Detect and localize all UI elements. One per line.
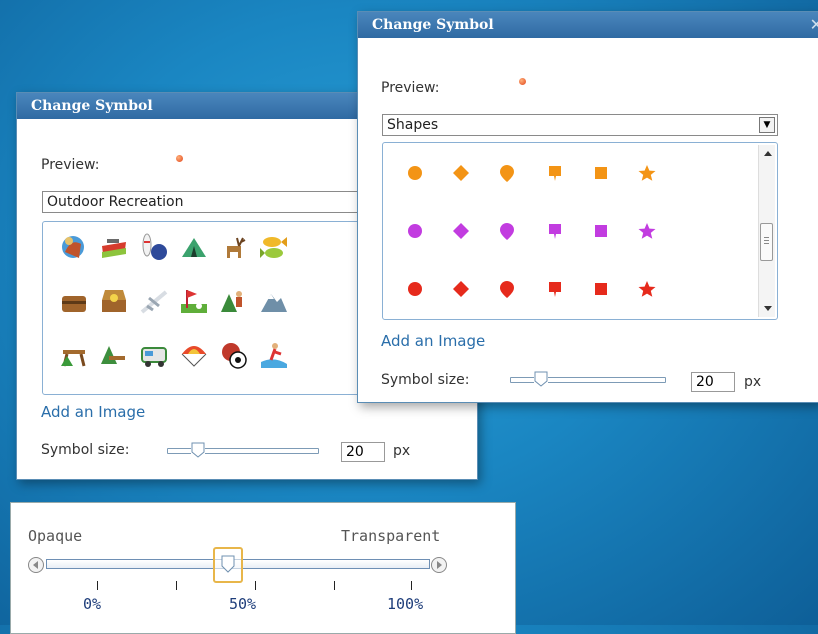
- scrollbar-thumb[interactable]: [760, 223, 773, 261]
- golf-icon[interactable]: [179, 286, 209, 316]
- dialog-title: Change Symbol ✕: [358, 12, 818, 38]
- dialog-title-text: Change Symbol: [372, 17, 494, 33]
- sports-balls-icon[interactable]: [219, 340, 249, 370]
- add-image-link[interactable]: Add an Image: [41, 403, 145, 421]
- bowling-icon[interactable]: [139, 232, 169, 262]
- hiker-icon[interactable]: [219, 286, 249, 316]
- airplane-icon[interactable]: [139, 286, 169, 316]
- symbol-size-input[interactable]: 20: [691, 372, 735, 392]
- star-symbol-icon[interactable]: [637, 221, 657, 241]
- preview-label: Preview:: [381, 80, 440, 96]
- square-symbol-icon[interactable]: [591, 163, 611, 183]
- close-icon[interactable]: ✕: [810, 12, 818, 38]
- diamond-symbol-icon[interactable]: [451, 221, 471, 241]
- fish-icon[interactable]: [259, 232, 289, 262]
- water-skier-icon[interactable]: [259, 340, 289, 370]
- diamond-symbol-icon[interactable]: [451, 279, 471, 299]
- horse-rider-icon[interactable]: [59, 232, 89, 262]
- circle-symbol-icon[interactable]: [405, 163, 425, 183]
- scroll-down-icon[interactable]: [764, 306, 772, 311]
- tick-mark: [255, 581, 256, 590]
- flag-symbol-icon[interactable]: [545, 221, 565, 241]
- flag-symbol-icon[interactable]: [545, 163, 565, 183]
- vertical-scrollbar[interactable]: [758, 145, 775, 317]
- preview-label: Preview:: [41, 157, 100, 173]
- opaque-label: Opaque: [28, 527, 83, 545]
- symbol-size-unit: px: [393, 443, 411, 459]
- tick-label-50: 50%: [229, 595, 257, 613]
- star-symbol-icon[interactable]: [637, 279, 657, 299]
- symbol-size-label: Symbol size:: [41, 442, 130, 458]
- pin-symbol-icon[interactable]: [497, 221, 517, 241]
- open-chest-icon[interactable]: [99, 286, 129, 316]
- campsite-icon[interactable]: [99, 340, 129, 370]
- tick-mark: [411, 581, 412, 590]
- circle-symbol-icon[interactable]: [405, 279, 425, 299]
- flag-symbol-icon[interactable]: [545, 279, 565, 299]
- pin-symbol-icon[interactable]: [497, 163, 517, 183]
- change-symbol-dialog-front: Change Symbol ✕ Preview: Shapes ▼ Add an…: [357, 11, 818, 403]
- symbol-size-label: Symbol size:: [381, 372, 470, 388]
- category-select-value: Shapes: [387, 117, 439, 133]
- chevron-down-icon[interactable]: ▼: [759, 117, 775, 133]
- transparency-panel: Opaque Transparent 0% 50% 100%: [10, 502, 516, 634]
- parachute-icon[interactable]: [179, 340, 209, 370]
- boat-icon[interactable]: [99, 232, 129, 262]
- slider-left-arrow-icon[interactable]: [27, 556, 45, 574]
- transparent-label: Transparent: [341, 527, 441, 545]
- rv-icon[interactable]: [139, 340, 169, 370]
- mountain-icon[interactable]: [259, 286, 289, 316]
- symbol-size-unit: px: [744, 374, 762, 390]
- tick-label-0: 0%: [83, 595, 102, 613]
- symbol-grid: [42, 221, 362, 395]
- category-select[interactable]: Shapes ▼: [382, 114, 778, 136]
- tick-mark: [176, 581, 177, 590]
- symbol-size-slider[interactable]: [167, 448, 319, 454]
- add-image-link[interactable]: Add an Image: [381, 332, 485, 350]
- symbol-size-slider-thumb[interactable]: [191, 442, 205, 458]
- star-symbol-icon[interactable]: [637, 163, 657, 183]
- preview-dot-icon: [176, 155, 183, 162]
- circle-symbol-icon[interactable]: [405, 221, 425, 241]
- square-symbol-icon[interactable]: [591, 221, 611, 241]
- tent-icon[interactable]: [179, 232, 209, 262]
- tick-label-100: 100%: [387, 595, 424, 613]
- picnic-table-icon[interactable]: [59, 340, 89, 370]
- category-select[interactable]: Outdoor Recreation: [42, 191, 362, 213]
- tick-mark: [334, 581, 335, 590]
- category-select-value: Outdoor Recreation: [47, 194, 184, 210]
- scroll-up-icon[interactable]: [764, 151, 772, 156]
- symbol-size-slider-thumb[interactable]: [534, 371, 548, 387]
- symbol-grid: [382, 142, 778, 320]
- square-symbol-icon[interactable]: [591, 279, 611, 299]
- transparency-slider-thumb[interactable]: [213, 547, 243, 583]
- symbol-size-input[interactable]: 20: [341, 442, 385, 462]
- slider-right-arrow-icon[interactable]: [430, 556, 448, 574]
- pin-symbol-icon[interactable]: [497, 279, 517, 299]
- diamond-symbol-icon[interactable]: [451, 163, 471, 183]
- treasure-chest-icon[interactable]: [59, 286, 89, 316]
- tick-mark: [97, 581, 98, 590]
- deer-icon[interactable]: [219, 232, 249, 262]
- preview-dot-icon: [519, 78, 526, 85]
